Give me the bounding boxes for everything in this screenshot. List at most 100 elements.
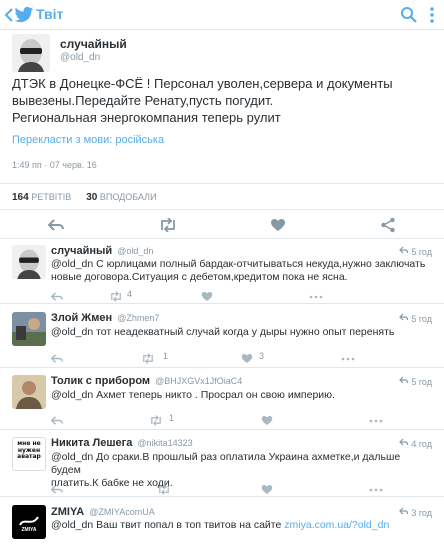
reply-actions: [50, 482, 431, 496]
retweet-icon[interactable]: [149, 413, 169, 427]
avatar[interactable]: [12, 312, 46, 346]
reply-text-line: @old_dn Ахмет теперь никто . Просрал он …: [51, 389, 335, 401]
more-icon[interactable]: [309, 289, 329, 303]
reply-text: @old_dn С юрлицами полный бардак-отчитыв…: [51, 258, 433, 284]
reply-icon[interactable]: [47, 218, 68, 232]
retweet-icon[interactable]: [158, 217, 178, 233]
like-icon[interactable]: [241, 351, 261, 365]
reply-item[interactable]: ZMIYA ZMIYA @ZMIYAcomUA 3 год @old_dn Ва…: [0, 498, 444, 560]
avatar[interactable]: мне не нужен аватар: [12, 437, 46, 471]
tweet-text: ДТЭК в Донецке-ФСЁ ! Персонал уволен,сер…: [12, 75, 432, 126]
translate-link[interactable]: Перекласти з мови: російська: [12, 134, 164, 146]
reply-item[interactable]: Толик с прибором @BHJXGVx1JfOiaC4 5 год …: [0, 369, 444, 430]
reply-actions: 1 3: [50, 351, 431, 365]
reply-indicator-icon: [398, 438, 409, 449]
reply-author-name[interactable]: Толик с прибором: [51, 375, 150, 387]
reply-author-handle[interactable]: @old_dn: [117, 246, 153, 256]
reply-time: 4 год: [398, 438, 432, 449]
reply-indicator-icon: [398, 507, 409, 518]
reply-time: 5 год: [398, 376, 432, 387]
reply-text: @old_dn тот неадекватный случай когда у …: [51, 326, 433, 339]
reply-author-name[interactable]: ZMIYA: [51, 506, 84, 518]
reply-indicator-icon: [398, 376, 409, 387]
author-handle[interactable]: @old_dn: [60, 52, 100, 63]
reply-author-handle[interactable]: @nikita14323: [137, 438, 192, 448]
reply-time-text: 5 год: [411, 247, 432, 257]
reply-time-text: 3 год: [411, 508, 432, 518]
reply-actions: 4: [50, 289, 431, 303]
reply-retweet-count: 4: [127, 289, 133, 299]
reply-author-name[interactable]: Злой Жмен: [51, 312, 112, 324]
reply-icon[interactable]: [50, 413, 71, 427]
more-icon[interactable]: [369, 413, 389, 427]
page-title: Твіт: [36, 6, 64, 22]
app-bar: Твіт: [0, 0, 444, 30]
retweet-icon[interactable]: [109, 289, 129, 303]
reply-time: 3 год: [398, 507, 432, 518]
reply-text-line: @old_dn тот неадекватный случай когда у …: [51, 326, 395, 338]
divider: [0, 183, 444, 184]
reply-author-handle[interactable]: @BHJXGVx1JfOiaC4: [155, 376, 242, 386]
reply-retweet-count: 1: [163, 351, 169, 361]
search-icon[interactable]: [400, 6, 418, 24]
reply-time-text: 4 год: [411, 439, 432, 449]
reply-text: @old_dn Ваш твит попал в топ твитов на с…: [51, 519, 433, 532]
tweet-actions: [0, 212, 444, 238]
avatar-text: ZMIYA: [21, 527, 37, 533]
reply-time-text: 5 год: [411, 377, 432, 387]
avatar[interactable]: ZMIYA: [12, 505, 46, 539]
reply-text: @old_dn Ахмет теперь никто . Просрал он …: [51, 389, 433, 402]
tweet-stats: 164 РЕТВІТІВ 30 ВПОДОБАЛИ: [12, 192, 157, 203]
reply-time-text: 5 год: [411, 314, 432, 324]
more-vertical-icon[interactable]: [426, 6, 438, 24]
reply-icon[interactable]: [50, 351, 71, 365]
reply-item[interactable]: случайный @old_dn 5 год @old_dn С юрлица…: [0, 239, 444, 304]
tweet-text-line: Региональная энергокомпания теперь рулит: [12, 110, 281, 125]
reply-indicator-icon: [398, 246, 409, 257]
reply-text-line: @old_dn До сраки.В прошлый раз оплатила …: [51, 451, 401, 476]
retweet-label[interactable]: РЕТВІТІВ: [31, 192, 71, 202]
tweet-text-line: вывезены.Передайте Ренату,пусть погудит.: [12, 93, 274, 108]
avatar[interactable]: [12, 245, 46, 279]
reply-actions: 1: [50, 413, 431, 427]
reply-indicator-icon: [398, 313, 409, 324]
like-icon[interactable]: [261, 482, 281, 496]
reply-time: 5 год: [398, 313, 432, 324]
retweet-icon[interactable]: [141, 351, 161, 365]
share-icon[interactable]: [380, 217, 400, 233]
more-icon[interactable]: [341, 351, 361, 365]
reply-author-handle[interactable]: @ZMIYAcomUA: [89, 507, 154, 517]
divider: [0, 209, 444, 210]
reply-text-line: @old_dn С юрлицами полный бардак-отчитыв…: [51, 258, 426, 270]
tweet-text-line: ДТЭК в Донецке-ФСЁ ! Персонал уволен,сер…: [12, 76, 393, 91]
like-icon[interactable]: [201, 289, 221, 303]
reply-like-count: 3: [259, 351, 265, 361]
retweet-count[interactable]: 164: [12, 192, 29, 203]
reply-link[interactable]: zmiya.com.ua/?old_dn: [284, 519, 389, 531]
reply-header: Злой Жмен @Zhmen7: [51, 312, 159, 324]
more-icon[interactable]: [369, 482, 389, 496]
like-icon[interactable]: [270, 218, 290, 232]
like-icon[interactable]: [261, 413, 281, 427]
avatar[interactable]: [12, 375, 46, 409]
reply-author-name[interactable]: случайный: [51, 245, 112, 257]
reply-author-handle[interactable]: @Zhmen7: [117, 313, 159, 323]
reply-item[interactable]: мне не нужен аватар Никита Лешега @nikit…: [0, 431, 444, 497]
reply-text-body: @old_dn Ваш твит попал в топ твитов на с…: [51, 519, 285, 531]
reply-header: случайный @old_dn: [51, 245, 153, 257]
like-label[interactable]: ВПОДОБАЛИ: [100, 192, 157, 202]
reply-header: ZMIYA @ZMIYAcomUA: [51, 506, 155, 518]
reply-text-line: новые договора.Ситуация с дебетом,кредит…: [51, 271, 348, 283]
retweet-icon[interactable]: [157, 482, 177, 496]
avatar-text: мне не нужен аватар: [17, 440, 41, 460]
reply-icon[interactable]: [50, 482, 71, 496]
twitter-bird-icon: [14, 6, 34, 24]
reply-time: 5 год: [398, 246, 432, 257]
like-count[interactable]: 30: [86, 192, 97, 203]
reply-icon[interactable]: [50, 289, 71, 303]
reply-header: Никита Лешега @nikita14323: [51, 437, 193, 449]
avatar[interactable]: [12, 34, 50, 72]
reply-item[interactable]: Злой Жмен @Zhmen7 5 год @old_dn тот неад…: [0, 305, 444, 368]
author-name[interactable]: случайный: [60, 37, 127, 51]
reply-author-name[interactable]: Никита Лешега: [51, 437, 132, 449]
